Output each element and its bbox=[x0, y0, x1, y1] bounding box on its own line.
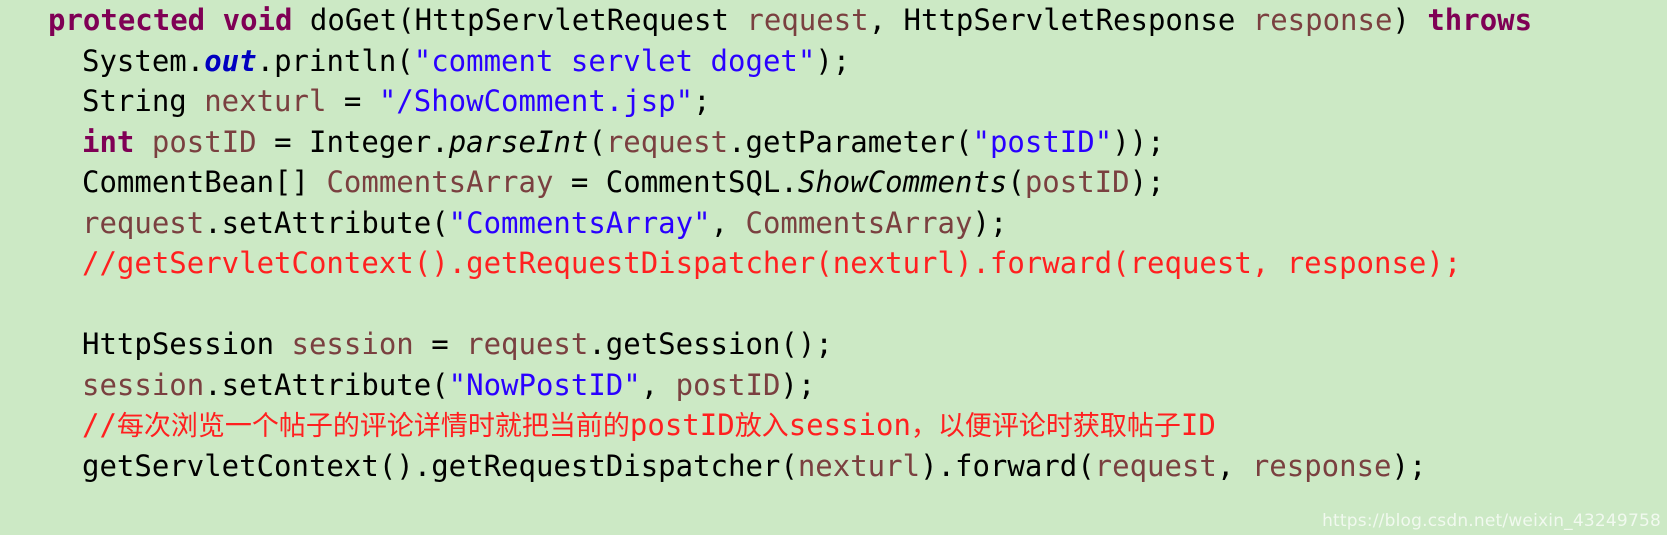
code-token-plain: ( bbox=[1007, 165, 1025, 199]
code-token-var: response bbox=[1252, 3, 1393, 37]
code-line[interactable]: protected void doGet(HttpServletRequest … bbox=[0, 0, 1667, 41]
code-token-plain: = bbox=[413, 327, 467, 361]
code-token-plain: getServletContext().getRequestDispatcher… bbox=[82, 448, 798, 483]
code-token-plain: = CommentSQL. bbox=[553, 165, 798, 199]
code-screenshot: protected void doGet(HttpServletRequest … bbox=[0, 0, 1667, 535]
code-token-comment: // bbox=[82, 408, 117, 442]
code-token-var: postID bbox=[675, 367, 781, 402]
code-token-comment: session bbox=[788, 408, 911, 442]
code-token-plain: ); bbox=[972, 205, 1008, 240]
code-token-plain: ( bbox=[588, 124, 606, 159]
code-token-string: "/ShowComment.jsp" bbox=[378, 84, 694, 118]
code-token-static: parseInt bbox=[448, 124, 589, 159]
code-line[interactable]: HttpSession session = request.getSession… bbox=[0, 324, 1667, 365]
code-token-var: session bbox=[291, 327, 414, 361]
code-token-var: CommentsArray bbox=[326, 165, 554, 199]
code-token-plain: .getParameter( bbox=[728, 124, 973, 159]
code-token-comment: 以便评论时获取帖子 bbox=[937, 411, 1181, 442]
code-token-string: "comment servlet doget" bbox=[413, 43, 816, 78]
code-token-var: response bbox=[1251, 448, 1392, 483]
code-token-field: out bbox=[204, 43, 257, 78]
code-token-var: request bbox=[466, 327, 589, 361]
code-token-plain: ) bbox=[1392, 3, 1428, 37]
code-block[interactable]: protected void doGet(HttpServletRequest … bbox=[0, 0, 1667, 486]
code-line[interactable]: getServletContext().getRequestDispatcher… bbox=[0, 446, 1667, 487]
code-token-var: session bbox=[82, 367, 205, 402]
code-token-plain: , bbox=[710, 205, 746, 240]
code-token-var: CommentsArray bbox=[745, 205, 973, 240]
code-token-plain: doGet(HttpServletRequest bbox=[292, 3, 747, 37]
code-line[interactable]: System.out.println("comment servlet doge… bbox=[0, 41, 1667, 82]
code-token-plain: HttpSession bbox=[82, 327, 292, 361]
code-token-plain: ); bbox=[1391, 448, 1427, 483]
code-token-comment: 每次浏览一个帖子的评论详情时就把当前的 bbox=[116, 411, 630, 442]
code-token-keyword: throws bbox=[1427, 3, 1533, 37]
code-token-var: nexturl bbox=[797, 448, 921, 483]
code-token-plain: .setAttribute( bbox=[204, 367, 449, 402]
code-token-var: postID bbox=[1024, 165, 1130, 199]
code-token-comment: ID bbox=[1180, 408, 1216, 442]
code-token-plain: ); bbox=[780, 367, 816, 402]
code-line[interactable]: request.setAttribute("CommentsArray", Co… bbox=[0, 203, 1667, 244]
code-token-plain: String bbox=[82, 84, 205, 118]
code-line[interactable] bbox=[0, 284, 1667, 325]
code-line[interactable]: String nexturl = "/ShowComment.jsp"; bbox=[0, 81, 1667, 122]
code-token-string: "NowPostID" bbox=[448, 367, 641, 402]
code-line[interactable]: session.setAttribute("NowPostID", postID… bbox=[0, 365, 1667, 406]
code-token-var: nexturl bbox=[204, 84, 327, 118]
code-token-var: request bbox=[746, 3, 869, 37]
code-token-plain: ); bbox=[815, 43, 851, 78]
code-token-var: request bbox=[1094, 448, 1217, 483]
code-token-comment: 放入 bbox=[734, 411, 789, 442]
code-token-plain: .setAttribute( bbox=[204, 205, 449, 240]
code-token-plain: ).forward( bbox=[920, 448, 1095, 483]
code-token-plain: , bbox=[1216, 448, 1252, 483]
code-token-plain: = bbox=[326, 84, 379, 118]
code-token-plain: .getSession(); bbox=[588, 327, 833, 361]
code-line[interactable]: int postID = Integer.parseInt(request.ge… bbox=[0, 122, 1667, 163]
code-line[interactable]: CommentBean[] CommentsArray = CommentSQL… bbox=[0, 162, 1667, 203]
code-token-plain: )); bbox=[1112, 124, 1165, 159]
code-token-var: request bbox=[605, 124, 729, 159]
code-token-plain: ); bbox=[1129, 165, 1165, 199]
code-token-plain: .println( bbox=[256, 43, 414, 78]
code-token-comment: ， bbox=[910, 411, 938, 442]
code-line[interactable]: //每次浏览一个帖子的评论详情时就把当前的postID放入session，以便评… bbox=[0, 405, 1667, 446]
code-token-keyword: int bbox=[82, 124, 135, 159]
code-token-plain: CommentBean[] bbox=[82, 165, 327, 199]
code-token-comment: //getServletContext().getRequestDispatch… bbox=[82, 246, 1462, 280]
code-token-plain: = Integer. bbox=[256, 124, 449, 159]
code-token-var: request bbox=[82, 205, 205, 240]
code-token-string: "CommentsArray" bbox=[448, 205, 711, 240]
code-token-plain: , bbox=[640, 367, 676, 402]
code-token-string: "postID" bbox=[972, 124, 1113, 159]
code-token-var: postID bbox=[151, 124, 257, 159]
code-line[interactable]: //getServletContext().getRequestDispatch… bbox=[0, 243, 1667, 284]
code-token-comment: postID bbox=[629, 408, 735, 442]
code-token-plain: , HttpServletResponse bbox=[868, 3, 1253, 37]
code-token-keyword: void bbox=[222, 3, 293, 37]
code-token-plain: ; bbox=[693, 84, 711, 118]
code-token-static: ShowComments bbox=[797, 165, 1008, 199]
code-token-keyword: protected bbox=[48, 3, 206, 37]
csdn-watermark: https://blog.csdn.net/weixin_43249758 bbox=[1322, 511, 1661, 531]
code-token-plain: System. bbox=[82, 43, 205, 78]
